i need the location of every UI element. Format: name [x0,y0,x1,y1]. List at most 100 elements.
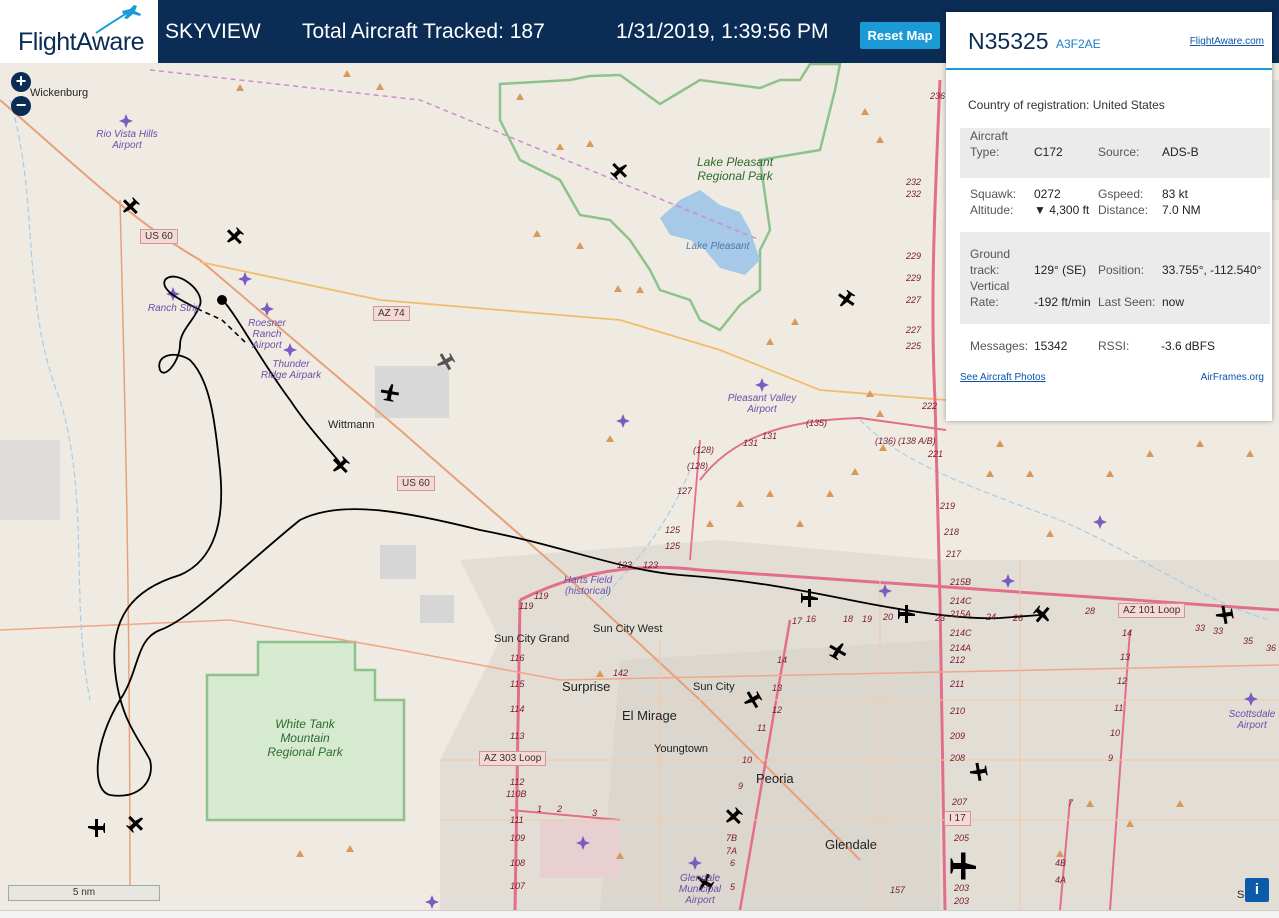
highway-marker: 125 [665,541,681,551]
highway-marker: 7A [726,846,738,856]
highway-marker: 227 [906,325,922,335]
highway-marker: 33 [1195,623,1206,633]
highway-marker: 229 [906,251,922,261]
water-label: Lake Pleasant [686,241,750,252]
highway-marker: 35 [1243,636,1254,646]
highway-marker: 11 [757,723,767,733]
highway-marker: (135) [806,418,828,428]
country-label: Country of registration: [968,98,1090,112]
highway-marker: 26 [1013,613,1024,623]
highway-marker: 221 [928,449,944,459]
highway-marker: 13 [772,683,783,693]
position-value: 33.755°, -112.540° [1162,263,1262,277]
place-label: Wittmann [328,419,375,431]
highway-marker: 212 [950,655,966,665]
highway-marker: 33 [1213,626,1224,636]
last-seen-value: now [1162,295,1185,309]
reset-map-button[interactable]: Reset Map [860,22,940,49]
place-label: Glendale [825,837,878,852]
distance-label: Distance: [1098,203,1149,217]
flightaware-link[interactable]: FlightAware.com [1190,36,1264,47]
highway-marker: 225 [906,341,922,351]
gspeed-label: Gspeed: [1098,187,1144,201]
highway-marker: 214A [950,643,972,653]
highway-marker: 119 [519,601,534,611]
ground-track-label: Ground track: [970,247,1011,277]
airframes-link[interactable]: AirFrames.org [1201,372,1264,383]
highway-marker: 142 [613,668,629,678]
highway-marker: 127 [677,486,693,496]
zoom-in-button[interactable]: + [11,72,31,92]
place-label: Wickenburg [30,87,89,99]
app-name: SKYVIEW [165,20,261,43]
highway-marker: 13 [1120,652,1131,662]
flightaware-logo[interactable]: FlightAware [0,0,158,63]
highway-marker: 214C [950,596,972,606]
highway-marker: 207 [952,797,968,807]
highway-marker: 203 [954,883,970,893]
highway-marker: 229 [906,273,922,283]
place-label: Youngtown [654,743,709,755]
highway-marker: 227 [906,295,922,305]
aircraft-section: Aircraft Type: C172 Source: ADS-B [960,128,1270,178]
highway-marker: 3 [592,808,598,818]
highway-marker: (128) [687,461,709,471]
place-label: Sun City [693,681,735,693]
highway-marker: 232 [906,189,922,199]
highway-marker: 217 [946,549,962,559]
highway-marker: 236 [930,91,946,101]
highway-marker: (136) [875,436,897,446]
airport-label: Ranch Strip [147,303,201,314]
highway-marker: 125 [665,525,681,535]
messages-label: Messages: [970,339,1029,353]
highway-marker: 209 [950,731,966,741]
highway-marker: 131 [762,431,778,441]
messages-value: 15342 [1034,339,1068,353]
place-label: Peoria [756,771,794,786]
source-value: ADS-B [1162,145,1199,159]
highway-marker: 116 [510,653,525,663]
highway-marker: 222 [922,401,938,411]
highway-marker: 113 [510,731,525,741]
highway-marker: 9 [1108,753,1114,763]
see-aircraft-photos-link[interactable]: See Aircraft Photos [960,372,1046,383]
highway-marker: 115 [510,679,525,689]
rssi-value: -3.6 dBFS [1161,339,1216,353]
highway-marker: 17 [792,616,803,626]
zoom-out-button[interactable]: − [11,96,31,116]
country-value: United States [1092,98,1165,112]
highway-marker: 4A [1055,875,1067,885]
highway-marker: 123 [643,560,659,570]
altitude-label: Altitude: [970,203,1014,217]
highway-marker: 131 [743,438,759,448]
highway-marker: 18 [843,614,854,624]
highway-marker: 28 [1085,606,1096,616]
aircraft-hex-code: A3F2AE [1056,37,1101,51]
road-shield: I 17 [944,811,971,826]
info-button[interactable]: i [1245,878,1269,902]
place-label: Sun City West [593,623,663,635]
highway-marker: 7B [726,833,738,843]
highway-marker: 14 [777,655,788,665]
highway-marker: 114 [510,704,525,714]
highway-marker: 208 [950,753,966,763]
road-shield: US 60 [140,229,178,244]
place-label: Surprise [562,679,611,694]
park-label: White Tank Mountain Regional Park [267,717,343,759]
distance-value: 7.0 NM [1162,203,1201,217]
highway-marker: 36 [1266,643,1277,653]
highway-marker: 109 [510,833,526,843]
place-label: Sun City Grand [494,633,570,645]
highway-marker: 232 [906,177,922,187]
highway-marker: 111 [510,815,524,825]
highway-marker: (128) [693,445,715,455]
vertical-rate-label: Vertical Rate: [970,279,1010,309]
highway-marker: 12 [772,705,783,715]
highway-marker: 219 [940,501,956,511]
logo-text: FlightAware [18,28,145,56]
highway-marker: 203 [954,896,970,906]
highway-marker: 11 [1114,703,1124,713]
highway-marker: 19 [862,614,873,624]
place-label: El Mirage [622,708,677,723]
ground-track-value: 129° (SE) [1034,263,1087,277]
